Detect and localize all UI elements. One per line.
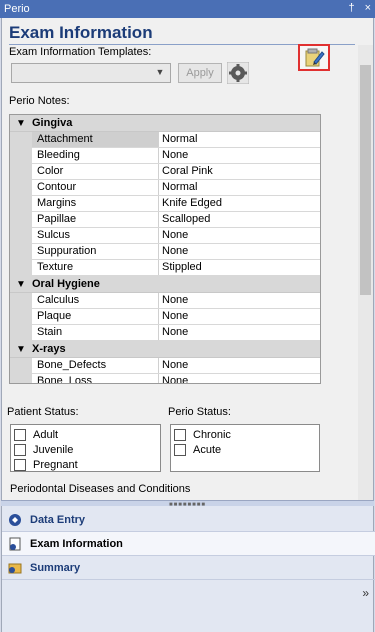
collapse-icon[interactable]: ▼ xyxy=(10,118,32,129)
window-titlebar: Perio † × xyxy=(0,0,375,18)
checkbox[interactable] xyxy=(14,428,26,441)
nav-item-data-entry[interactable]: Data Entry xyxy=(2,508,375,532)
page-title: Exam Information xyxy=(9,23,153,42)
table-row[interactable]: Contour Normal xyxy=(10,180,320,196)
exam-info-panel: Exam Information Exam Information Templa… xyxy=(1,18,374,506)
checkbox-adult[interactable]: Adult xyxy=(14,427,157,442)
table-row[interactable]: Bone_Loss None xyxy=(10,374,320,383)
nav-item-exam-information[interactable]: Exam Information xyxy=(2,532,375,556)
apply-button[interactable]: Apply xyxy=(178,63,222,83)
perio-notes-label: Perio Notes: xyxy=(9,95,70,107)
table-row[interactable]: Stain None xyxy=(10,325,320,341)
table-row[interactable]: Margins Knife Edged xyxy=(10,196,320,212)
window-title: Perio xyxy=(4,3,30,15)
grid-category-x-rays[interactable]: ▼ X-rays xyxy=(10,341,320,358)
table-row[interactable]: Papillae Scalloped xyxy=(10,212,320,228)
gear-icon[interactable] xyxy=(226,61,250,85)
chevron-down-icon[interactable]: ▼ xyxy=(153,67,167,79)
checkbox[interactable] xyxy=(14,458,26,471)
checkbox-acute[interactable]: Acute xyxy=(174,442,316,457)
perio-status-list: Chronic Acute xyxy=(170,424,320,472)
grid-category-oral-hygiene[interactable]: ▼ Oral Hygiene xyxy=(10,276,320,293)
checkbox-juvenile[interactable]: Juvenile xyxy=(14,442,157,457)
table-row[interactable]: Calculus None xyxy=(10,293,320,309)
checkbox[interactable] xyxy=(14,443,26,456)
checkbox[interactable] xyxy=(174,443,186,456)
edit-template-button[interactable] xyxy=(298,44,330,71)
summary-icon xyxy=(8,563,22,573)
navigation-pane: Data Entry Exam Information Summary » xyxy=(1,506,375,632)
table-row[interactable]: Bone_Defects None xyxy=(10,358,320,374)
data-entry-icon xyxy=(9,513,21,526)
collapse-icon[interactable]: ▼ xyxy=(10,279,32,290)
table-row[interactable]: Plaque None xyxy=(10,309,320,325)
table-row[interactable]: Sulcus None xyxy=(10,228,320,244)
table-row[interactable]: Color Coral Pink xyxy=(10,164,320,180)
nav-item-summary[interactable]: Summary xyxy=(2,556,375,580)
templates-label: Exam Information Templates: xyxy=(9,46,152,58)
perio-status-label: Perio Status: xyxy=(168,406,231,418)
patient-status-list: Adult Juvenile Pregnant xyxy=(10,424,161,472)
scrollbar-thumb[interactable] xyxy=(360,65,371,295)
grid-category-gingiva[interactable]: ▼ Gingiva xyxy=(10,115,320,132)
checkbox[interactable] xyxy=(174,428,186,441)
table-row[interactable]: Bleeding None xyxy=(10,148,320,164)
exam-info-icon xyxy=(9,537,21,550)
templates-dropdown[interactable]: ▼ xyxy=(11,63,171,83)
edit-icon xyxy=(305,48,325,67)
checkbox-chronic[interactable]: Chronic xyxy=(174,427,316,442)
perio-notes-grid: ▼ Gingiva Attachment Normal Bleeding None … xyxy=(9,114,321,384)
close-icon[interactable]: × xyxy=(365,2,371,14)
pin-icon[interactable]: † xyxy=(348,2,354,14)
patient-status-label: Patient Status: xyxy=(7,406,79,418)
checkbox-pregnant[interactable]: Pregnant xyxy=(14,457,157,472)
table-row[interactable]: Attachment Normal xyxy=(10,132,320,148)
table-row[interactable]: Suppuration None xyxy=(10,244,320,260)
collapse-icon[interactable]: ▼ xyxy=(10,344,32,355)
more-icon[interactable]: » xyxy=(362,586,369,600)
table-row[interactable]: Texture Stippled xyxy=(10,260,320,276)
periodontal-diseases-label: Periodontal Diseases and Conditions xyxy=(10,483,191,495)
vertical-scrollbar[interactable] xyxy=(358,45,373,503)
